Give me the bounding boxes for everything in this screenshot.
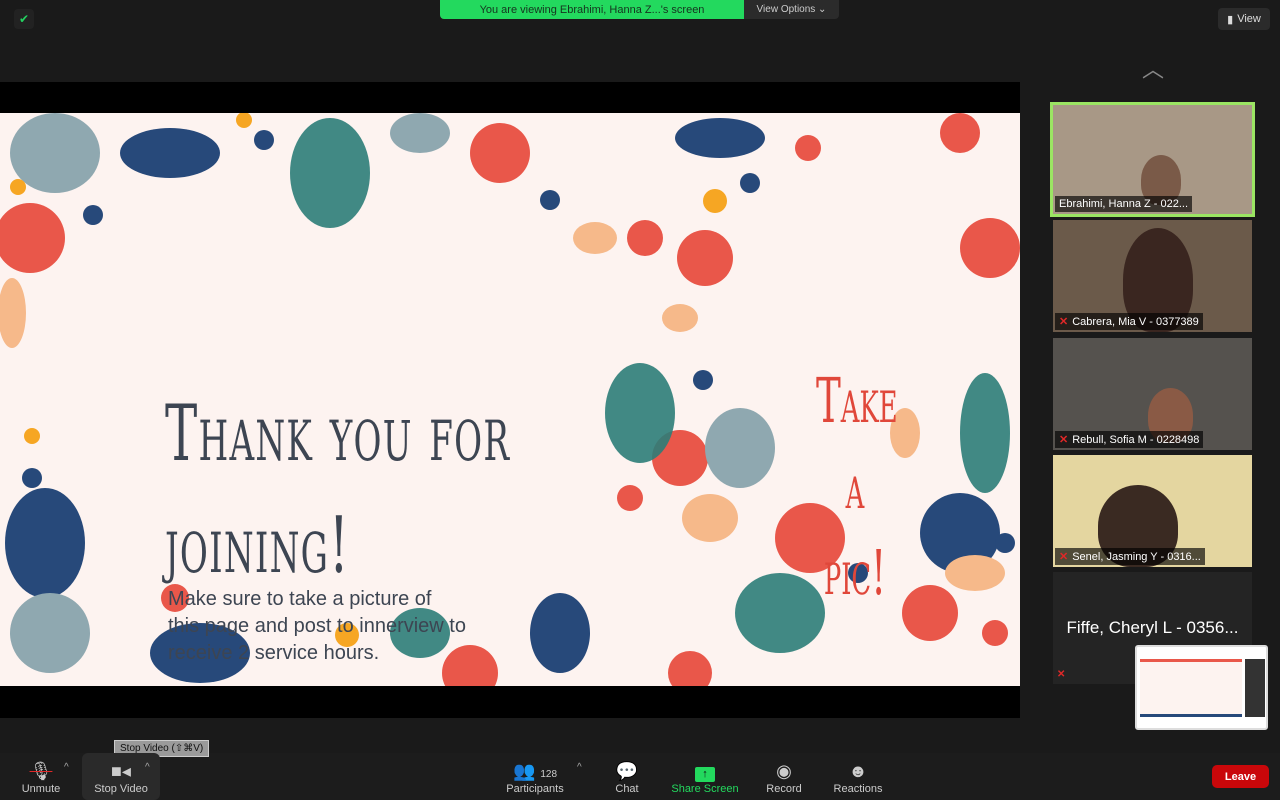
grid-icon: ▮	[1227, 13, 1234, 26]
record-icon: ◉	[776, 761, 792, 781]
participants-icon: 👥	[512, 761, 536, 781]
participants-options-caret-icon[interactable]: ^	[577, 762, 582, 773]
participants-button[interactable]: 👥 128 Participants	[500, 753, 570, 800]
video-camera-icon: ■◂	[111, 761, 131, 781]
share-screen-button[interactable]: ↑ Share Screen	[666, 753, 744, 800]
chat-bubble-icon: 💬	[615, 761, 639, 781]
muted-mic-icon: ✕	[1059, 434, 1069, 446]
audio-options-caret-icon[interactable]: ^	[64, 762, 69, 773]
video-tile-active-speaker[interactable]: Ebrahimi, Hanna Z - 022...	[1050, 102, 1255, 217]
muted-mic-icon: ✕	[1059, 316, 1069, 328]
leave-button[interactable]: Leave	[1212, 765, 1269, 788]
slide-side-text: Take a pic!	[816, 364, 898, 609]
video-tile[interactable]: ✕ Cabrera, Mia V - 0377389	[1053, 220, 1252, 332]
slide-title: Thank you for joining!	[165, 389, 511, 591]
stop-video-button[interactable]: ■◂ Stop Video	[82, 753, 160, 800]
muted-mic-icon: ✕	[1057, 669, 1066, 680]
reactions-button[interactable]: ☻ Reactions	[830, 753, 886, 800]
slide-body-text: Make sure to take a picture of this page…	[168, 588, 466, 664]
unmute-button[interactable]: 🎙 Unmute	[16, 753, 66, 800]
record-button[interactable]: ◉ Record	[762, 753, 806, 800]
video-options-caret-icon[interactable]: ^	[145, 762, 150, 773]
scroll-up-chevron-icon[interactable]: ︿	[1136, 59, 1170, 81]
video-tile[interactable]: ✕ Rebull, Sofia M - 0228498	[1053, 338, 1252, 450]
muted-mic-icon: ✕	[1059, 551, 1069, 563]
video-tile[interactable]: ✕ Senel, Jasming Y - 0316...	[1053, 455, 1252, 567]
muted-mic-icon: 🎙	[29, 761, 53, 781]
share-preview-thumbnail[interactable]	[1135, 645, 1268, 730]
smiley-plus-icon: ☻	[848, 761, 868, 781]
view-options-button[interactable]: View Options ⌄	[744, 0, 839, 19]
share-arrow-icon: ↑	[695, 767, 715, 782]
viewing-banner: You are viewing Ebrahimi, Hanna Z...'s s…	[440, 0, 744, 19]
chat-button[interactable]: 💬 Chat	[607, 753, 647, 800]
view-button[interactable]: ▮ View	[1218, 8, 1270, 30]
presentation-slide: Thank you for joining! Make sure to take …	[0, 113, 1020, 686]
security-shield-icon[interactable]: ✔	[14, 9, 34, 29]
